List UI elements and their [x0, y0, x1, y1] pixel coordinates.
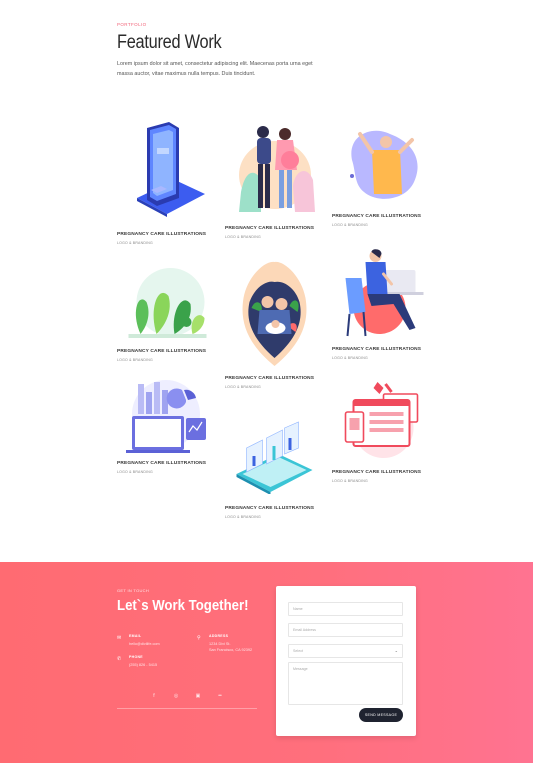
section-eyebrow: PORTFOLIO [117, 22, 147, 27]
card-title: PREGNANCY CARE ILLUSTRATIONS [225, 376, 315, 381]
plants-illustration [128, 268, 207, 338]
name-field[interactable]: Name [288, 602, 403, 616]
browser-windows-illustration [344, 382, 419, 458]
card-subtitle: LOGO & BRANDING [117, 241, 153, 245]
intro-text: Lorem ipsum dolor sit amet, consectetur … [117, 61, 313, 77]
card-title: PREGNANCY CARE ILLUSTRATIONS [225, 226, 315, 231]
card-title: PREGNANCY CARE ILLUSTRATIONS [225, 506, 315, 511]
hero-section: PORTFOLIO Featured Work Lorem ipsum dolo… [117, 22, 417, 79]
instagram-icon[interactable]: ▣ [194, 693, 202, 699]
subject-select[interactable]: Select ⌄ [288, 644, 403, 658]
phone-label: PHONE [129, 655, 143, 659]
stretching-person-illustration [350, 130, 418, 199]
card-subtitle: LOGO & BRANDING [332, 356, 368, 360]
couple-illustration [239, 126, 315, 212]
address-line2: San Francisco, CA 92392 [209, 648, 253, 652]
address-label: ADDRESS [209, 634, 229, 638]
flickr-icon[interactable]: •• [216, 693, 224, 699]
page-title: Featured Work [117, 32, 222, 53]
phone-icon: ✆ [117, 656, 122, 662]
phone-value[interactable]: (255) 826 - 5415 [129, 662, 157, 668]
card-subtitle: LOGO & BRANDING [225, 385, 261, 389]
facebook-icon[interactable]: f [150, 693, 158, 699]
card-title: PREGNANCY CARE ILLUSTRATIONS [117, 349, 207, 354]
card-title: PREGNANCY CARE ILLUSTRATIONS [332, 214, 422, 219]
card-title: PREGNANCY CARE ILLUSTRATIONS [332, 470, 422, 475]
phone-payment-illustration [137, 122, 205, 217]
card-title: PREGNANCY CARE ILLUSTRATIONS [117, 461, 207, 466]
card-title: PREGNANCY CARE ILLUSTRATIONS [117, 232, 207, 237]
card-subtitle: LOGO & BRANDING [332, 223, 368, 227]
card-subtitle: LOGO & BRANDING [225, 235, 261, 239]
card-subtitle: LOGO & BRANDING [225, 515, 261, 519]
message-field[interactable]: Message [288, 662, 403, 705]
contact-section: GET IN TOUCH Let`s Work Together! ✉ EMAI… [0, 562, 533, 763]
card-title: PREGNANCY CARE ILLUSTRATIONS [332, 347, 422, 352]
card-subtitle: LOGO & BRANDING [117, 358, 153, 362]
chevron-down-icon: ⌄ [394, 648, 398, 653]
card-subtitle: LOGO & BRANDING [332, 479, 368, 483]
chart-monitor-illustration [126, 380, 206, 453]
email-label: EMAIL [129, 634, 142, 638]
envelope-icon: ✉ [117, 635, 122, 641]
dribbble-icon[interactable]: ◎ [172, 693, 180, 699]
map-pin-icon: ⚲ [197, 635, 201, 641]
family-heart-illustration [242, 261, 307, 366]
contact-eyebrow: GET IN TOUCH [117, 588, 150, 593]
email-value[interactable]: hello@divilife.com [129, 641, 160, 647]
select-value: Select [293, 649, 303, 653]
contact-form: Name Email Address Select ⌄ Message SEND… [276, 586, 416, 736]
email-field[interactable]: Email Address [288, 623, 403, 637]
person-at-desk-illustration [345, 249, 424, 337]
isometric-dashboard-illustration [236, 421, 313, 494]
contact-divider [117, 708, 257, 709]
contact-title: Let`s Work Together! [117, 597, 249, 614]
send-message-button[interactable]: SEND MESSAGE [359, 708, 403, 722]
card-subtitle: LOGO & BRANDING [117, 470, 153, 474]
